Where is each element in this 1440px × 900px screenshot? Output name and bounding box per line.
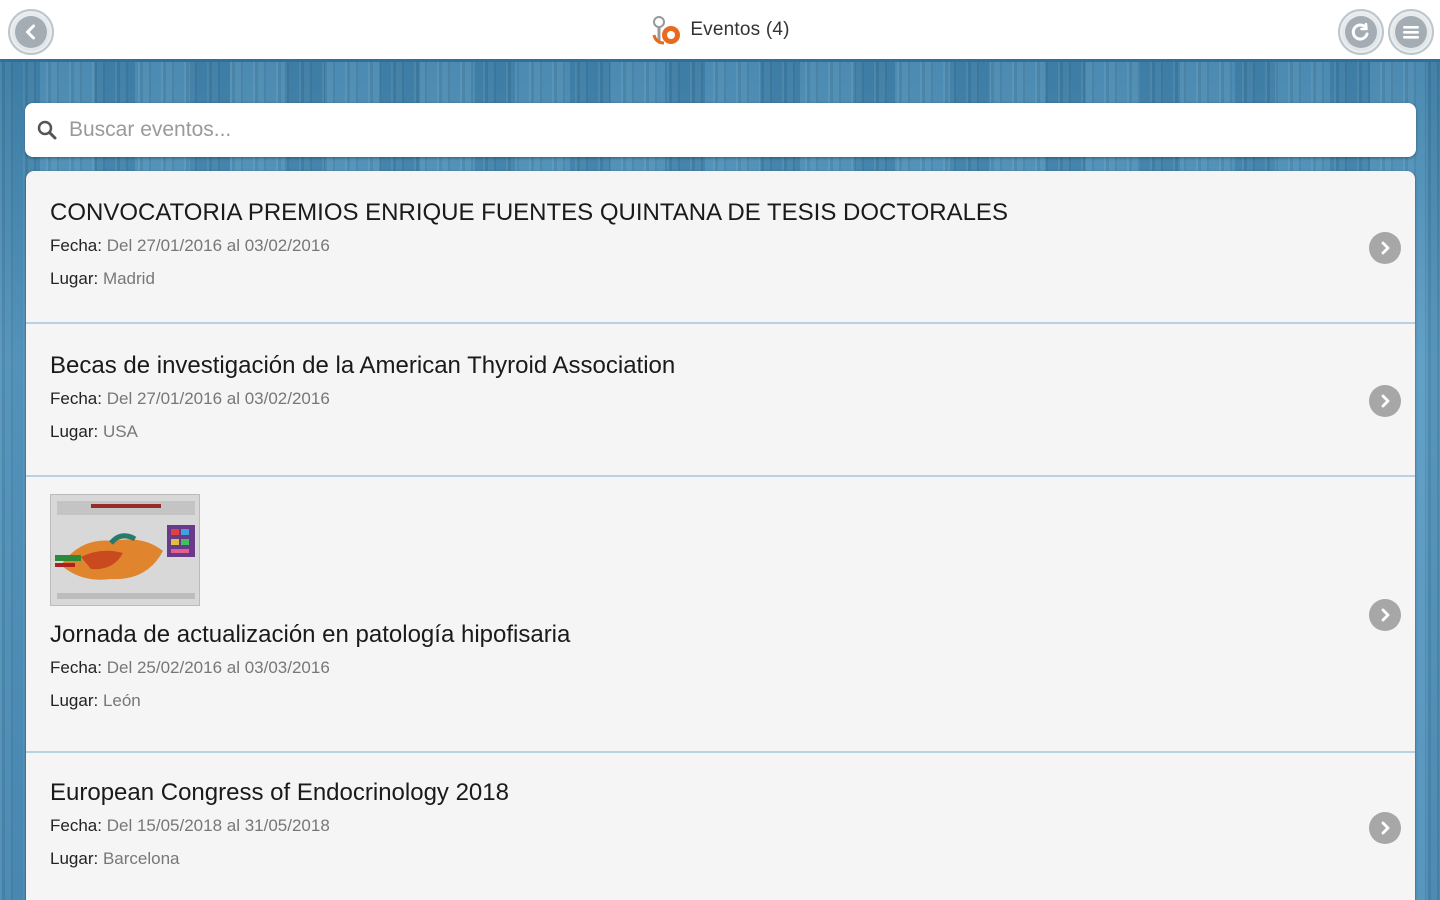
event-place: Lugar: León <box>50 690 1415 712</box>
event-date: Fecha: Del 27/01/2016 al 03/02/2016 <box>50 235 1415 257</box>
event-item[interactable]: Jornada de actualización en patología hi… <box>26 477 1415 753</box>
place-label: Lugar: <box>50 849 99 868</box>
chevron-right-icon[interactable] <box>1369 599 1401 631</box>
event-thumbnail <box>50 494 200 606</box>
date-label: Fecha: <box>50 816 102 835</box>
event-item[interactable]: CONVOCATORIA PREMIOS ENRIQUE FUENTES QUI… <box>26 171 1415 324</box>
search-bar <box>25 103 1416 157</box>
search-input[interactable] <box>69 110 1389 150</box>
event-date: Fecha: Del 25/02/2016 al 03/03/2016 <box>50 657 1415 679</box>
chevron-right-icon[interactable] <box>1369 812 1401 844</box>
event-title: European Congress of Endocrinology 2018 <box>50 779 509 806</box>
date-label: Fecha: <box>50 236 102 255</box>
event-title: Becas de investigación de la American Th… <box>50 352 676 379</box>
place-label: Lugar: <box>50 691 99 710</box>
event-title: CONVOCATORIA PREMIOS ENRIQUE FUENTES QUI… <box>50 199 1008 226</box>
event-place-value: León <box>102 691 141 710</box>
event-place: Lugar: USA <box>50 421 1415 443</box>
event-date: Fecha: Del 27/01/2016 al 03/02/2016 <box>50 388 1415 410</box>
event-date-value: Del 15/05/2018 al 31/05/2018 <box>106 816 330 835</box>
date-label: Fecha: <box>50 658 102 677</box>
refresh-icon <box>1345 16 1377 48</box>
event-place-value: Barcelona <box>102 849 180 868</box>
event-place-value: USA <box>102 422 138 441</box>
header-title-group: Eventos (4) <box>650 13 789 47</box>
events-list: CONVOCATORIA PREMIOS ENRIQUE FUENTES QUI… <box>26 171 1415 900</box>
search-icon <box>25 103 69 157</box>
refresh-button[interactable] <box>1338 9 1384 55</box>
chevron-left-icon <box>15 16 47 48</box>
event-date-value: Del 27/01/2016 al 03/02/2016 <box>106 236 330 255</box>
chevron-right-icon[interactable] <box>1369 232 1401 264</box>
menu-icon <box>1395 16 1427 48</box>
place-label: Lugar: <box>50 422 99 441</box>
event-item[interactable]: Becas de investigación de la American Th… <box>26 324 1415 477</box>
place-label: Lugar: <box>50 269 99 288</box>
event-date-value: Del 25/02/2016 al 03/03/2016 <box>106 658 330 677</box>
event-place: Lugar: Madrid <box>50 268 1415 290</box>
menu-button[interactable] <box>1388 9 1434 55</box>
app-logo-icon <box>650 13 684 47</box>
event-item[interactable]: European Congress of Endocrinology 2018 … <box>26 753 1415 900</box>
date-label: Fecha: <box>50 389 102 408</box>
back-button[interactable] <box>8 9 54 55</box>
event-date: Fecha: Del 15/05/2018 al 31/05/2018 <box>50 815 1415 837</box>
event-place: Lugar: Barcelona <box>50 848 1415 870</box>
event-place-value: Madrid <box>102 269 155 288</box>
event-title: Jornada de actualización en patología hi… <box>50 621 571 648</box>
app-header: Eventos (4) <box>0 0 1440 62</box>
chevron-right-icon[interactable] <box>1369 385 1401 417</box>
event-date-value: Del 27/01/2016 al 03/02/2016 <box>106 389 330 408</box>
page-title: Eventos (4) <box>690 18 790 40</box>
